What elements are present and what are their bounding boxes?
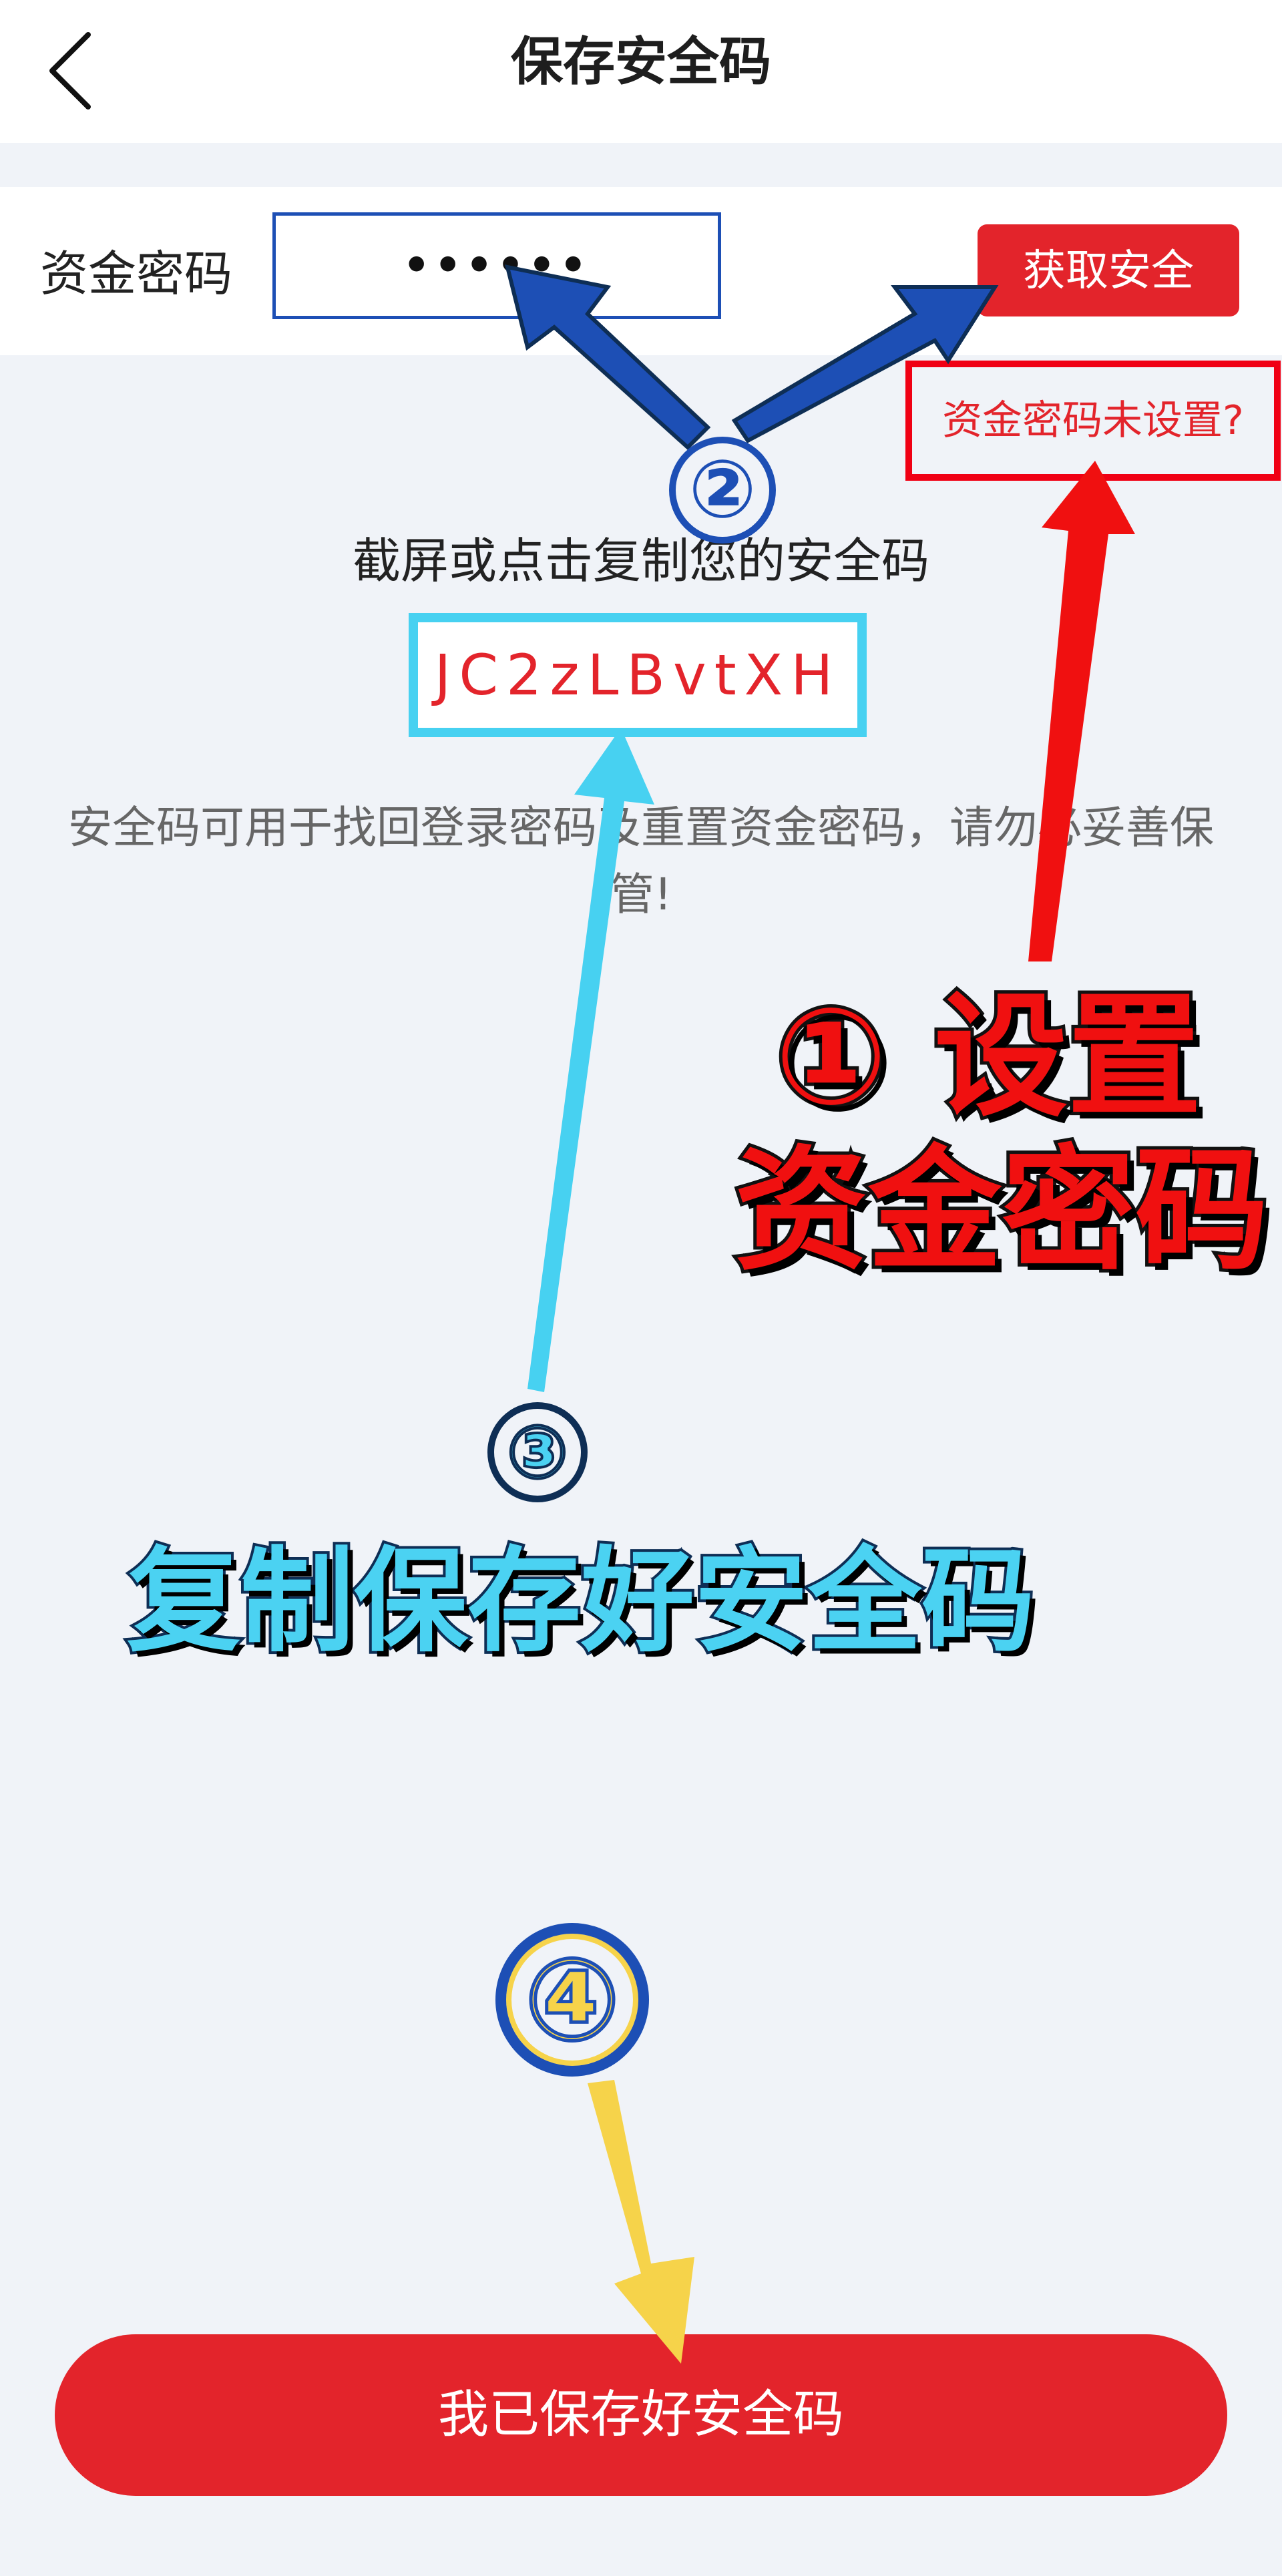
arrow-to-not-set-link [1028, 461, 1135, 961]
step-4-badge: ④ [495, 1923, 649, 2077]
arrow-to-get-button [731, 285, 999, 443]
arrow-to-code-box [527, 728, 654, 1392]
arrow-to-save-button [588, 2080, 694, 2364]
step-2-badge: ② [669, 437, 776, 544]
step-3-badge: ③ [487, 1402, 588, 1502]
step-1-title-line2: 资金密码 [731, 1130, 1272, 1292]
arrow-to-input [504, 264, 711, 451]
step-3-title: 复制保存好安全码 [124, 1533, 1038, 1671]
